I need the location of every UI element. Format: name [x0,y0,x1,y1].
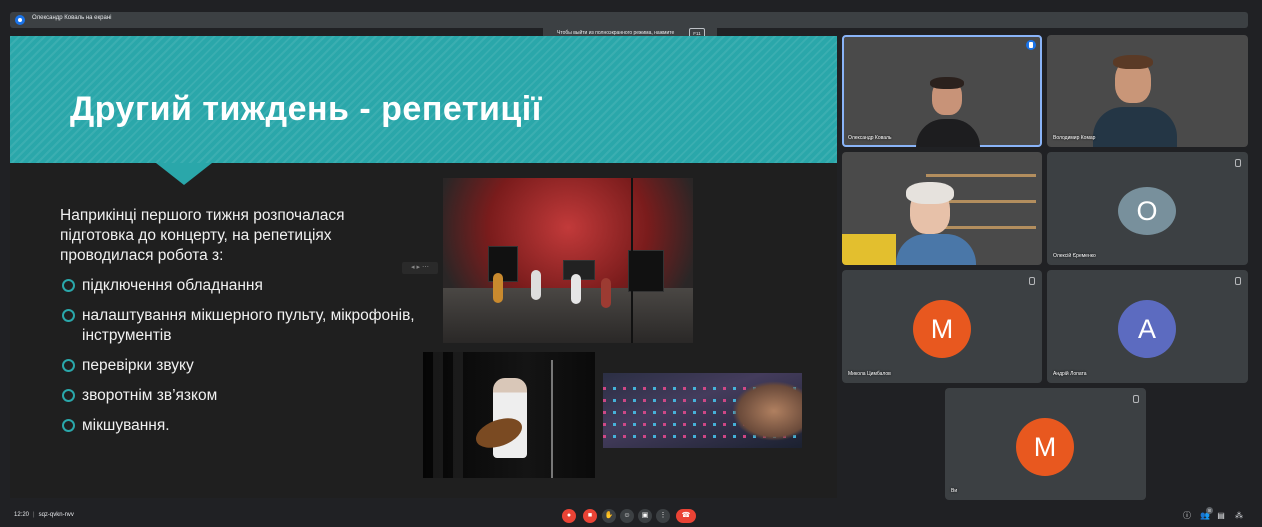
circle-bullet-icon [62,419,75,432]
meeting-info: 12:20 | sqz-qvkn-nvv [14,512,74,518]
bullet-item: підключення обладнання [60,276,420,296]
participant-tile[interactable]: О Олексій Єременко [1047,152,1248,265]
meeting-code: sqz-qvkn-nvv [38,512,74,518]
end-call-icon: ☎ [681,512,691,519]
avatar: А [1118,300,1176,358]
banner-pointer [156,163,212,185]
raise-hand-icon: ✋ [604,512,614,519]
participant-name: Ви [951,488,958,494]
mic-off-icon [1235,277,1241,285]
guitarist-photo [423,352,595,478]
avatar: М [1016,418,1074,476]
circle-bullet-icon [62,309,75,322]
bottom-bar: 12:20 | sqz-qvkn-nvv ● ■ ✋ ☺ ▣ ⋮ ☎ ⓘ 👥 8 ▤… [0,505,1262,527]
camera-off-icon: ■ [587,512,593,519]
circle-bullet-icon [62,389,75,402]
participant-name: Володимир Комар [1053,135,1096,141]
circle-bullet-icon [62,279,75,292]
emoji-icon: ☺ [623,512,631,519]
mic-off-icon [1133,395,1139,403]
circle-bullet-icon [62,359,75,372]
participant-count-badge: 8 [1206,507,1213,514]
self-tile[interactable]: М Ви [945,388,1146,500]
bullet-item: мікшування. [60,416,420,436]
activities-icon[interactable]: ⁂ [1234,511,1244,521]
emoji-button[interactable]: ☺ [620,509,634,523]
mic-toggle-button[interactable]: ● [562,509,576,523]
chat-icon[interactable]: ▤ [1216,511,1226,521]
bullet-item: налаштування мікшерного пульту, мікрофон… [60,306,420,346]
speaking-icon [1026,40,1036,50]
end-call-button[interactable]: ☎ [676,509,696,523]
more-options-button[interactable]: ⋮ [656,509,670,523]
mixer-photo [603,373,802,448]
avatar: О [1118,187,1176,235]
bullet-item: зворотнім зв’язком [60,386,420,406]
avatar: М [913,300,971,358]
presenter-text: Олександр Коваль на екрані [32,15,112,21]
participant-tile[interactable]: А Андрій Лопата [1047,270,1248,383]
slide-intro: Наприкінці першого тижня розпочалася під… [60,207,345,264]
participant-name: Олексій Єременко [1053,253,1096,259]
present-button[interactable]: ▣ [638,509,652,523]
meet-window: Олександр Коваль на екрані Чтобы выйти и… [0,0,1262,527]
slide-bullets: підключення обладнання налаштування мікш… [60,276,420,436]
participant-tile[interactable]: Володимир Комар [1047,35,1248,147]
info-icon[interactable]: ⓘ [1182,511,1192,521]
mic-off-icon [1029,277,1035,285]
camera-toggle-button[interactable]: ■ [583,509,597,523]
stage-photo [443,178,693,343]
participant-name: Микола Цимбалов [848,371,891,377]
more-options-icon: ⋮ [659,512,667,519]
raise-hand-button[interactable]: ✋ [602,509,616,523]
participant-name: Андрій Лопата [1053,371,1087,377]
mic-off-icon [1235,159,1241,167]
presenting-icon [15,15,25,25]
participant-tile[interactable]: М Микола Цимбалов [842,270,1042,383]
participant-name: Олександр Коваль [848,135,892,141]
bullet-item: перевірки звуку [60,356,420,376]
slide-title: Другий тиждень - репетиції [70,90,542,128]
clock-time: 12:20 [14,512,30,518]
participant-tile[interactable] [842,152,1042,265]
participant-tile[interactable]: Олександр Коваль [842,35,1042,147]
present-icon: ▣ [641,512,649,519]
slide-toolbar-icon[interactable]: ◂ ▸ ⋯ [402,262,438,274]
mic-off-icon: ● [566,512,572,519]
